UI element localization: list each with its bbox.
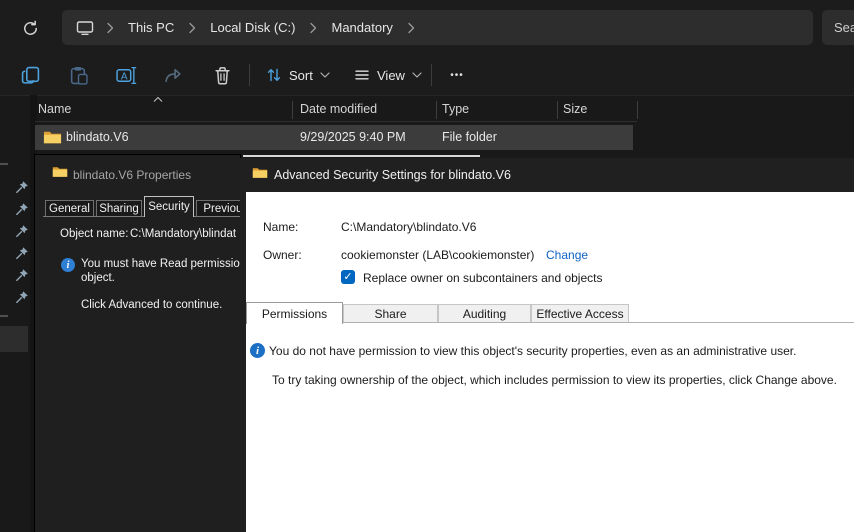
tab-effective-access[interactable]: Effective Access (531, 304, 629, 323)
rename-button[interactable]: A (112, 59, 140, 91)
name-value: C:\Mandatory\blindato.V6 (341, 220, 476, 234)
view-button[interactable]: View (348, 59, 428, 91)
more-options-button[interactable]: ••• (443, 63, 471, 87)
trash-icon (214, 66, 231, 85)
column-separator[interactable] (292, 101, 293, 119)
share-icon (164, 67, 183, 84)
refresh-icon (22, 20, 39, 37)
header-divider (35, 121, 637, 122)
svg-text:A: A (120, 71, 127, 82)
replace-owner-label: Replace owner on subcontainers and objec… (363, 271, 602, 285)
properties-dialog: blindato.V6 Properties General Sharing S… (35, 155, 240, 532)
sort-ascending-caret-icon (153, 97, 163, 102)
folder-icon (43, 130, 62, 145)
owner-value: cookiemonster (LAB\cookiemonster) (341, 248, 534, 262)
column-separator[interactable] (637, 101, 638, 119)
desktop-screenshot: This PC Local Disk (C:) Mandatory Sea (0, 0, 854, 532)
chevron-down-icon (320, 72, 330, 78)
folder-icon (52, 166, 68, 178)
object-name-value: C:\Mandatory\blindat (130, 228, 236, 240)
paste-icon (69, 66, 88, 85)
column-separator[interactable] (436, 101, 437, 119)
pinned-item-pin-icon[interactable] (15, 268, 29, 282)
breadcrumb-local-disk[interactable]: Local Disk (C:) (204, 20, 301, 35)
info-icon: i (250, 343, 265, 358)
pinned-item-pin-icon[interactable] (15, 290, 29, 304)
search-input[interactable]: Sea (822, 10, 854, 45)
breadcrumb-chevron-icon (301, 22, 325, 34)
search-text: Sea (834, 20, 854, 35)
chevron-down-icon (412, 72, 422, 78)
copy-button[interactable] (17, 59, 43, 91)
file-name: blindato.V6 (66, 130, 129, 144)
properties-dialog-title: blindato.V6 Properties (73, 168, 191, 182)
view-icon (354, 67, 370, 83)
sidebar-selected-item[interactable] (0, 326, 28, 352)
sidebar-divider (0, 315, 8, 317)
advanced-security-dialog: Advanced Security Settings for blindato.… (240, 158, 854, 532)
breadcrumb-chevron-icon (98, 22, 122, 34)
tab-sharing[interactable]: Sharing (96, 200, 142, 217)
toolbar-separator (431, 64, 432, 86)
pinned-item-pin-icon[interactable] (15, 180, 29, 194)
info-icon: i (61, 258, 75, 272)
tab-share[interactable]: Share (343, 304, 438, 323)
this-pc-icon (76, 20, 94, 36)
file-row-blindato[interactable]: blindato.V6 9/29/2025 9:40 PM File folde… (35, 125, 633, 150)
change-owner-link[interactable]: Change (546, 248, 588, 262)
name-label: Name: (263, 220, 298, 234)
no-permission-message: You do not have permission to view this … (269, 344, 796, 358)
owner-label: Owner: (263, 248, 302, 262)
tab-previous-versions[interactable]: Previous Ver (196, 200, 240, 217)
advanced-dialog-body: Name: C:\Mandatory\blindato.V6 Owner: co… (246, 192, 854, 532)
file-type: File folder (442, 130, 497, 144)
toolbar-separator (249, 64, 250, 86)
object-name-label: Object name: (60, 228, 128, 240)
breadcrumb-chevron-icon (399, 22, 423, 34)
rename-icon: A (116, 66, 137, 85)
refresh-button[interactable] (18, 16, 42, 40)
dialog-top-highlight (243, 155, 480, 157)
properties-titlebar[interactable]: blindato.V6 Properties (35, 155, 240, 192)
address-bar[interactable]: This PC Local Disk (C:) Mandatory (62, 10, 813, 45)
tab-security[interactable]: Security (144, 196, 194, 217)
copy-icon (21, 66, 40, 85)
permissions-warning-line1: You must have Read permissions (81, 258, 240, 270)
column-separator[interactable] (557, 101, 558, 119)
column-header-type[interactable]: Type (442, 102, 469, 116)
sort-button[interactable]: Sort (260, 59, 336, 91)
tab-auditing[interactable]: Auditing (438, 304, 531, 323)
replace-owner-checkbox[interactable]: ✓ (341, 270, 355, 284)
pinned-item-pin-icon[interactable] (15, 202, 29, 216)
pinned-item-pin-icon[interactable] (15, 246, 29, 260)
advanced-dialog-title: Advanced Security Settings for blindato.… (274, 168, 511, 182)
column-header-name[interactable]: Name (38, 102, 71, 116)
column-header-date[interactable]: Date modified (300, 102, 377, 116)
paste-button[interactable] (65, 59, 91, 91)
ellipsis-icon: ••• (450, 70, 464, 81)
folder-icon (252, 167, 268, 179)
view-label: View (377, 68, 405, 83)
tab-general[interactable]: General (45, 200, 94, 217)
take-ownership-message: To try taking ownership of the object, w… (272, 373, 837, 387)
breadcrumb-this-pc[interactable]: This PC (122, 20, 180, 35)
permissions-warning-line2: object. (81, 272, 115, 284)
sidebar-divider (0, 163, 8, 165)
advanced-hint-text: Click Advanced to continue. (81, 299, 222, 311)
tab-strip-line (43, 216, 240, 217)
breadcrumb-mandatory[interactable]: Mandatory (325, 20, 398, 35)
delete-button[interactable] (209, 59, 235, 91)
share-button[interactable] (160, 59, 186, 91)
sort-icon (266, 67, 282, 83)
file-date-modified: 9/29/2025 9:40 PM (300, 130, 406, 144)
column-header-size[interactable]: Size (563, 102, 587, 116)
breadcrumb-chevron-icon (180, 22, 204, 34)
sort-label: Sort (289, 68, 313, 83)
pinned-item-pin-icon[interactable] (15, 224, 29, 238)
tab-permissions[interactable]: Permissions (246, 302, 343, 324)
